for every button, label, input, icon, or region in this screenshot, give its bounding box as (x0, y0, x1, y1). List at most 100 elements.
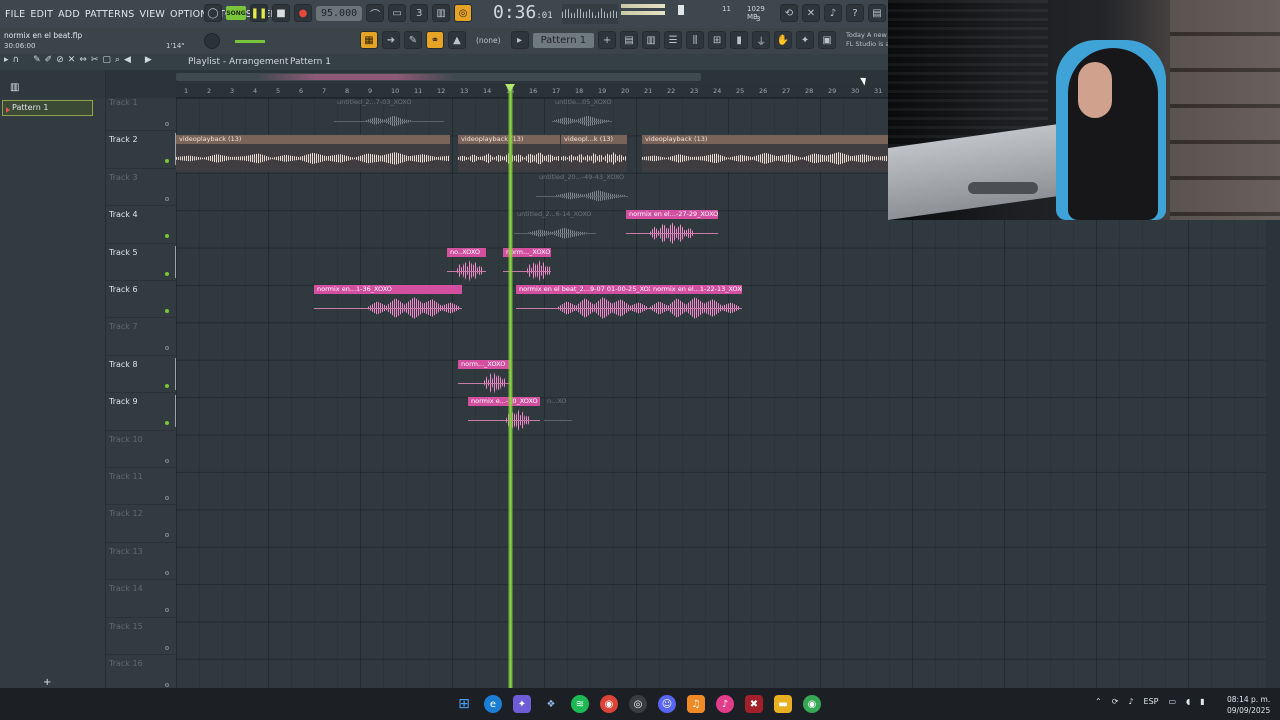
track-mute-led[interactable] (165, 608, 169, 613)
menu-add[interactable]: ADD (58, 9, 80, 20)
volume-icon[interactable]: ◖ (1186, 697, 1190, 706)
step-edit-icon[interactable]: ◎ (454, 4, 473, 22)
track-mute-led[interactable] (165, 159, 169, 164)
clip-track9-a[interactable]: normix e...-10_XOXO (468, 397, 540, 434)
menu-patterns[interactable]: PATTERNS (85, 9, 135, 20)
pattern-add-icon[interactable]: + (598, 31, 617, 49)
snap-selector[interactable]: (none) (476, 36, 501, 45)
track-header[interactable]: Track 8 (106, 356, 180, 394)
playhead-marker[interactable] (505, 84, 515, 688)
fl-studio-icon[interactable]: ♫ (687, 695, 705, 713)
track-mute-led[interactable] (165, 122, 169, 126)
start-icon[interactable]: ⊞ (455, 695, 473, 713)
wifi-icon[interactable]: ▭ (1168, 697, 1176, 706)
discord-icon[interactable]: ☺ (658, 695, 676, 713)
song-mode-button[interactable]: SONG (226, 6, 246, 20)
plugin-icon[interactable]: ⏚ (752, 31, 771, 49)
stop-button[interactable]: ■ (272, 4, 290, 22)
tools-icon[interactable]: ✕ (802, 4, 820, 22)
track-header[interactable]: Track 13 (106, 543, 176, 581)
clip-track9-b[interactable]: n...XO (544, 397, 572, 434)
clip-track1-a[interactable]: untitled_2...7-03_XOXO (334, 98, 444, 135)
track-header[interactable]: Track 7 (106, 318, 176, 356)
blend-notes-icon[interactable]: ▥ (432, 4, 451, 22)
mic-tray-icon[interactable]: ♪ (1128, 697, 1133, 706)
loop-icon[interactable]: ◯ (204, 4, 222, 22)
playlist-icon[interactable]: ▤ (620, 31, 639, 49)
track-mute-led[interactable] (165, 271, 169, 276)
mic-icon[interactable]: ♪ (824, 4, 842, 22)
playback-tool-icon[interactable]: ◀ (124, 55, 131, 65)
spotify-icon[interactable]: ≋ (571, 695, 589, 713)
clip-track6-b[interactable]: normix en el beat_2...9-07 01-00-25_XOXO (516, 285, 650, 322)
picker-toggle-icon[interactable]: ▥ (10, 82, 19, 93)
link-icon[interactable]: ⚭ (426, 31, 444, 49)
music-app-icon[interactable]: ♪ (716, 695, 734, 713)
magnet-icon[interactable]: ∩ (13, 55, 20, 65)
delete-tool-icon[interactable]: ⊘ (56, 55, 64, 65)
track-mute-led[interactable] (165, 234, 169, 239)
render-icon[interactable]: ▣ (818, 31, 837, 49)
stamp-icon[interactable]: ▲ (448, 31, 466, 49)
track-mute-led[interactable] (165, 383, 169, 388)
pencil-icon[interactable]: ✎ (404, 31, 422, 49)
channel-rack-icon[interactable]: ▥ (642, 31, 661, 49)
wait-icon[interactable]: ▭ (388, 4, 407, 22)
picker-add-button[interactable]: + (43, 677, 51, 688)
master-pitch-slider[interactable] (235, 40, 265, 43)
metronome-icon[interactable]: ⌒ (366, 4, 385, 22)
playlist-play-icon[interactable]: ▶ (145, 55, 152, 65)
chrome-icon[interactable]: ◉ (600, 695, 618, 713)
playlist-overview[interactable] (176, 70, 888, 84)
time-display[interactable]: 0:36:01 (493, 2, 553, 23)
paint-tool-icon[interactable]: ✐ (45, 55, 53, 65)
save-icon[interactable]: ▤ (868, 4, 886, 22)
select-tool-icon[interactable]: ▢ (102, 55, 111, 65)
browser-icon[interactable]: ▮ (730, 31, 749, 49)
record-button[interactable]: ● (294, 4, 312, 22)
clip-track3-a[interactable]: untitled_20...-49-43_XOXO (536, 173, 628, 210)
pattern-prev-icon[interactable]: ▸ (510, 31, 529, 49)
track-header[interactable]: Track 4 (106, 206, 176, 244)
copilot-icon[interactable]: ✦ (513, 695, 531, 713)
playlist-menu-icon[interactable]: ▸ (4, 55, 9, 65)
master-volume-knob[interactable] (204, 33, 220, 49)
file-explorer-icon[interactable]: ▬ (774, 695, 792, 713)
chrome-profile-icon[interactable]: ◉ (803, 695, 821, 713)
tray-overflow-icon[interactable]: ⌃ (1095, 697, 1102, 706)
clip-track2-c[interactable]: videopl...k (13) (561, 135, 627, 173)
arrow-icon[interactable]: ➜ (382, 31, 400, 49)
track-header[interactable]: Track 12 (106, 505, 176, 543)
track-header[interactable]: Track 15 (106, 618, 176, 655)
track-mute-led[interactable] (165, 309, 169, 313)
pattern-selector[interactable]: Pattern 1 (532, 32, 595, 48)
track-header[interactable]: Track 14 (106, 580, 176, 618)
undo-icon[interactable]: ⟲ (780, 4, 798, 22)
piano-roll-icon[interactable]: ▦ (360, 31, 378, 49)
help-icon[interactable]: ? (846, 4, 864, 22)
track-mute-led[interactable] (165, 645, 169, 650)
clip-track4-b[interactable]: normix en el...-27-29_XOXO (626, 210, 718, 247)
tempo-display[interactable]: 95.000 (316, 5, 363, 21)
clip-track6-c[interactable]: normix en el...1-22-13_XOXO (650, 285, 742, 322)
mute-tool-icon[interactable]: ✕ (68, 55, 76, 65)
track-header[interactable]: Track 9 (106, 393, 180, 431)
menu-view[interactable]: VIEW (140, 9, 166, 20)
dropbox-icon[interactable]: ❖ (542, 695, 560, 713)
zoom-tool-icon[interactable]: ⌕ (115, 55, 120, 65)
routing-icon[interactable]: ⊞ (708, 31, 727, 49)
language-indicator[interactable]: ESP (1144, 697, 1159, 706)
menu-file[interactable]: FILE (5, 9, 25, 20)
network-share-icon[interactable]: ⟳ (1112, 697, 1119, 706)
track-header[interactable]: Track 11 (106, 468, 176, 506)
clip-track2-a[interactable]: videoplayback (13) (176, 135, 450, 173)
track-mute-led[interactable] (165, 458, 169, 463)
track-mute-led[interactable] (165, 196, 169, 201)
track-header[interactable]: Track 1 (106, 94, 176, 132)
capcut-icon[interactable]: ✖ (745, 695, 763, 713)
track-header[interactable]: Track 10 (106, 431, 176, 468)
battery-icon[interactable]: ▮ (1200, 697, 1204, 706)
clip-track4-a[interactable]: untitled_2...6-14_XOXO (514, 210, 596, 247)
countdown-icon[interactable]: 3 (410, 4, 429, 22)
menu-edit[interactable]: EDIT (30, 9, 53, 20)
